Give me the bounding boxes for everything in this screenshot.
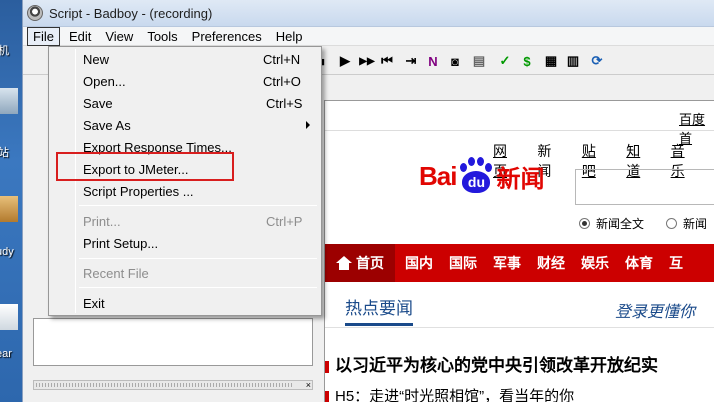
tab-home-label: 首页 (356, 255, 384, 271)
file-menu-dropdown: New Ctrl+N Open... Ctrl+O Save Ctrl+S Sa… (48, 46, 322, 316)
summary-panel (33, 318, 313, 366)
menu-tools[interactable]: Tools (142, 28, 182, 45)
subline-link[interactable]: H5：走进“时光照相馆”，看当年的你 (325, 385, 574, 402)
tab-domestic[interactable]: 国内 (405, 253, 433, 273)
tab-internet[interactable]: 互 (669, 253, 683, 273)
shortcut-print: Ctrl+P (266, 214, 303, 229)
menu-edit[interactable]: Edit (64, 28, 96, 45)
hot-news-header: 热点要闻 登录更懂你 (325, 294, 714, 328)
desktop-background: 机 站 udy ear (0, 0, 22, 402)
step-icon[interactable]: ⇥ (403, 53, 419, 69)
baidu-paw-icon: du (458, 157, 494, 195)
desktop-label: 机 (0, 45, 9, 57)
menu-view[interactable]: View (100, 28, 138, 45)
radio-fulltext-label: 新闻全文 (596, 217, 645, 231)
annotation-highlight-box (56, 152, 234, 181)
desktop-label: udy (0, 246, 14, 258)
browser-pane: 百度首 网页 新闻 贴吧 知道 音乐 Bai du 新闻 新闻全文 新闻 首页 … (324, 100, 714, 402)
search-scope: 新闻全文 新闻 (579, 215, 707, 232)
menu-help[interactable]: Help (271, 28, 308, 45)
login-slogan[interactable]: 登录更懂你 (615, 298, 695, 322)
grid-icon[interactable]: ▦ (543, 53, 559, 69)
menu-separator (79, 205, 317, 206)
bullet-icon (325, 391, 329, 402)
baidu-news-logo[interactable]: Bai du 新闻 (419, 157, 544, 195)
recycle-bin-icon[interactable] (0, 88, 18, 114)
menu-preferences[interactable]: Preferences (187, 28, 267, 45)
menu-bar: File Edit View Tools Preferences Help (23, 26, 714, 46)
headline-link[interactable]: 以习近平为核心的党中央引领改革开放纪实 (325, 351, 658, 376)
badboy-app-icon (27, 5, 43, 21)
document-icon[interactable] (0, 304, 18, 330)
menu-file[interactable]: File (27, 26, 60, 46)
n-icon[interactable]: N (425, 53, 441, 69)
hot-news-title: 热点要闻 (345, 294, 413, 326)
radio-title[interactable] (666, 218, 678, 229)
shortcut-open: Ctrl+O (263, 74, 301, 89)
package-icon[interactable] (0, 196, 18, 222)
tab-finance[interactable]: 财经 (537, 253, 565, 273)
home-icon (336, 256, 352, 270)
menu-item-script-properties[interactable]: Script Properties ... (83, 184, 194, 199)
badboy-window: Script - Badboy - (recording) File Edit … (22, 0, 714, 402)
page-icon[interactable]: ▤ (471, 53, 487, 69)
shortcut-save: Ctrl+S (266, 96, 303, 111)
horizontal-scrollbar[interactable]: × (33, 380, 313, 390)
camera-icon[interactable]: ◙ (447, 53, 463, 69)
scroll-thumb[interactable] (36, 383, 294, 387)
category-nav: 首页 国内 国际 军事 财经 娱乐 体育 互 (325, 244, 714, 282)
subline-text: H5：走进“时光照相馆”，看当年的你 (335, 388, 575, 402)
shortcut-new: Ctrl+N (263, 52, 301, 67)
desktop-label: 站 (0, 147, 9, 159)
tab-military[interactable]: 军事 (493, 253, 521, 273)
menu-item-save[interactable]: Save (83, 96, 113, 111)
logo-text-news: 新闻 (496, 165, 545, 193)
fast-forward-icon[interactable]: ▶▶ (357, 53, 377, 69)
close-icon[interactable]: × (306, 380, 311, 390)
headline-text: 以习近平为核心的党中央引领改革开放纪实 (335, 356, 658, 375)
menu-separator (79, 258, 317, 259)
menu-item-print-setup[interactable]: Print Setup... (83, 236, 158, 251)
play-icon[interactable]: ▶ (337, 53, 353, 69)
menu-item-save-as[interactable]: Save As (83, 118, 131, 133)
menu-item-exit[interactable]: Exit (83, 296, 105, 311)
tab-international[interactable]: 国际 (449, 253, 477, 273)
bullet-icon (325, 360, 329, 373)
title-bar[interactable]: Script - Badboy - (recording) (23, 0, 714, 27)
tab-entertainment[interactable]: 娱乐 (581, 253, 609, 273)
refresh-icon[interactable]: ⟳ (589, 53, 605, 69)
logo-text-bai: Bai (419, 160, 457, 191)
radio-fulltext[interactable] (579, 218, 590, 229)
divider (325, 130, 714, 131)
desktop-label: ear (0, 348, 12, 360)
menu-item-print[interactable]: Print... (83, 214, 121, 229)
menu-item-new[interactable]: New (83, 52, 109, 67)
dollar-icon[interactable]: $ (519, 53, 535, 69)
menu-item-open[interactable]: Open... (83, 74, 126, 89)
check-icon[interactable]: ✓ (497, 53, 513, 69)
window-title: Script - Badboy - (recording) (49, 5, 213, 21)
menu-item-recent-file[interactable]: Recent File (83, 266, 149, 281)
table-icon[interactable]: ▥ (565, 53, 581, 69)
radio-title-label: 新闻 (683, 217, 708, 231)
skip-back-icon[interactable]: ⏮ (379, 53, 395, 69)
tab-sports[interactable]: 体育 (625, 253, 653, 273)
tab-home[interactable]: 首页 (325, 244, 395, 282)
menu-separator (79, 287, 317, 288)
submenu-arrow-icon (306, 121, 310, 129)
search-input[interactable] (575, 169, 714, 205)
